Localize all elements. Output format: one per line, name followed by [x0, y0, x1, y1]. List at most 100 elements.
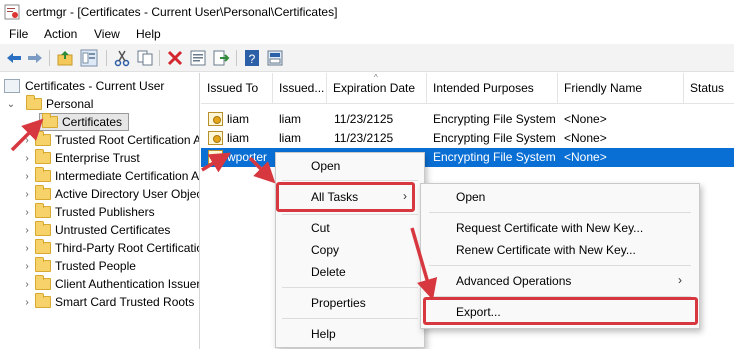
- folder-icon: [35, 239, 51, 254]
- folder-icon: [35, 275, 51, 290]
- chevron-down-icon[interactable]: ⌄: [6, 95, 16, 113]
- certificate-icon: [208, 112, 223, 126]
- folder-icon: [35, 203, 51, 218]
- column-header-issued-by[interactable]: Issued...: [273, 73, 327, 103]
- cut-icon[interactable]: [113, 49, 131, 67]
- column-header-intended-purposes[interactable]: Intended Purposes: [427, 73, 558, 103]
- cell-friendly-name: <None>: [564, 131, 607, 145]
- tree-item-personal[interactable]: ⌄ Personal: [6, 95, 93, 113]
- table-row[interactable]: liam liam 11/23/2125 Encrypting File System…: [201, 129, 734, 148]
- tree-root-label: Certificates - Current User: [25, 79, 165, 93]
- tree-item-label: Enterprise Trust: [55, 151, 140, 165]
- cell-intended-purposes: Encrypting File System: [433, 112, 556, 126]
- tree-item-store[interactable]: › Trusted Publishers: [22, 203, 155, 221]
- menu-help[interactable]: Help: [136, 27, 161, 41]
- submenu-item-advanced-operations[interactable]: Advanced Operations: [421, 270, 699, 292]
- up-folder-icon[interactable]: [56, 49, 74, 67]
- tree-item-certificates[interactable]: Certificates: [39, 113, 130, 131]
- chevron-right-icon[interactable]: ›: [22, 131, 32, 149]
- tree-root[interactable]: Certificates - Current User: [4, 77, 164, 95]
- tree-item-store[interactable]: › Client Authentication Issuers: [22, 275, 199, 293]
- menu-item-open[interactable]: Open: [276, 155, 424, 177]
- tree-item-label: Certificates: [62, 115, 123, 129]
- chevron-right-icon[interactable]: ›: [22, 293, 32, 311]
- cell-issued-to: liam: [227, 131, 250, 145]
- folder-icon: [42, 113, 58, 128]
- all-tasks-highlight: [276, 182, 415, 212]
- tree-item-store[interactable]: › Untrusted Certificates: [22, 221, 170, 239]
- show-hide-tree-icon[interactable]: [80, 49, 98, 67]
- folder-icon: [35, 257, 51, 272]
- chevron-right-icon[interactable]: ›: [22, 203, 32, 221]
- export-highlight: [423, 297, 698, 325]
- help-icon[interactable]: ?: [243, 49, 261, 67]
- svg-text:?: ?: [249, 52, 256, 66]
- console-icon[interactable]: [266, 49, 284, 67]
- chevron-right-icon[interactable]: ›: [22, 221, 32, 239]
- certificate-store-icon: [4, 79, 20, 93]
- chevron-right-icon[interactable]: ›: [22, 185, 32, 203]
- chevron-right-icon[interactable]: ›: [22, 257, 32, 275]
- folder-icon: [35, 185, 51, 200]
- chevron-right-icon[interactable]: ›: [22, 167, 32, 185]
- table-row[interactable]: liam liam 11/23/2125 Encrypting File System…: [201, 110, 734, 129]
- tree-item-label: Intermediate Certification Au: [55, 169, 200, 183]
- chevron-right-icon[interactable]: ›: [22, 275, 32, 293]
- certificate-icon: [208, 131, 223, 145]
- tree-item-label: Smart Card Trusted Roots: [55, 295, 195, 309]
- certmgr-app-icon: [4, 4, 20, 20]
- column-header-issued-to[interactable]: Issued To: [201, 73, 273, 103]
- toolbar-separator: [236, 50, 237, 66]
- menu-bar: File Action View Help: [0, 24, 734, 44]
- menu-separator: [282, 318, 418, 319]
- export-list-icon[interactable]: [212, 49, 230, 67]
- back-icon[interactable]: [5, 49, 23, 67]
- tree-item-store[interactable]: › Intermediate Certification Au: [22, 167, 200, 185]
- tree-item-store[interactable]: › Third-Party Root Certification: [22, 239, 199, 257]
- chevron-right-icon[interactable]: ›: [22, 149, 32, 167]
- folder-icon: [35, 149, 51, 164]
- folder-icon: [35, 131, 51, 146]
- menu-item-help[interactable]: Help: [276, 323, 424, 345]
- cell-issued-by: liam: [279, 131, 302, 145]
- header-divider: [201, 103, 734, 104]
- submenu-item-open[interactable]: Open: [421, 186, 699, 208]
- folder-icon: [35, 293, 51, 308]
- menu-separator: [282, 214, 418, 215]
- submenu-item-renew-new-key[interactable]: Renew Certificate with New Key...: [421, 239, 699, 261]
- tree-item-store[interactable]: › Trusted Root Certification Au: [22, 131, 199, 149]
- menu-separator: [282, 287, 418, 288]
- copy-icon[interactable]: [136, 49, 154, 67]
- cell-expiration-date: 11/23/2125: [334, 131, 394, 145]
- tree-item-label: Untrusted Certificates: [55, 223, 171, 237]
- menu-view[interactable]: View: [94, 27, 120, 41]
- column-header-status[interactable]: Status: [684, 73, 734, 103]
- toolbar-separator: [49, 50, 50, 66]
- window-title: certmgr - [Certificates - Current User\P…: [26, 5, 338, 19]
- tree-item-store[interactable]: › Active Directory User Object: [22, 185, 199, 203]
- column-header-friendly-name[interactable]: Friendly Name: [558, 73, 684, 103]
- tree-item-store[interactable]: › Enterprise Trust: [22, 149, 140, 167]
- menu-file[interactable]: File: [9, 27, 28, 41]
- toolbar-separator: [159, 50, 160, 66]
- menu-action[interactable]: Action: [44, 27, 77, 41]
- chevron-right-icon[interactable]: ›: [22, 239, 32, 257]
- cell-expiration-date: 11/23/2125: [334, 112, 394, 126]
- delete-icon[interactable]: [166, 49, 184, 67]
- tree-item-store[interactable]: › Smart Card Trusted Roots: [22, 293, 194, 311]
- menu-item-delete[interactable]: Delete: [276, 261, 424, 283]
- menu-item-copy[interactable]: Copy: [276, 239, 424, 261]
- cell-friendly-name: <None>: [564, 150, 607, 164]
- menu-separator: [282, 180, 418, 181]
- properties-icon[interactable]: [189, 49, 207, 67]
- menu-item-cut[interactable]: Cut: [276, 217, 424, 239]
- menu-item-properties[interactable]: Properties: [276, 292, 424, 314]
- cell-issued-to: wporter: [227, 150, 268, 164]
- cell-intended-purposes: Encrypting File System: [433, 150, 556, 164]
- forward-icon[interactable]: [26, 49, 44, 67]
- tree-item-store[interactable]: › Trusted People: [22, 257, 136, 275]
- submenu-item-request-new-key[interactable]: Request Certificate with New Key...: [421, 217, 699, 239]
- sort-ascending-icon: ^: [374, 73, 378, 82]
- folder-icon: [35, 221, 51, 236]
- tree-item-label: Trusted Publishers: [55, 205, 155, 219]
